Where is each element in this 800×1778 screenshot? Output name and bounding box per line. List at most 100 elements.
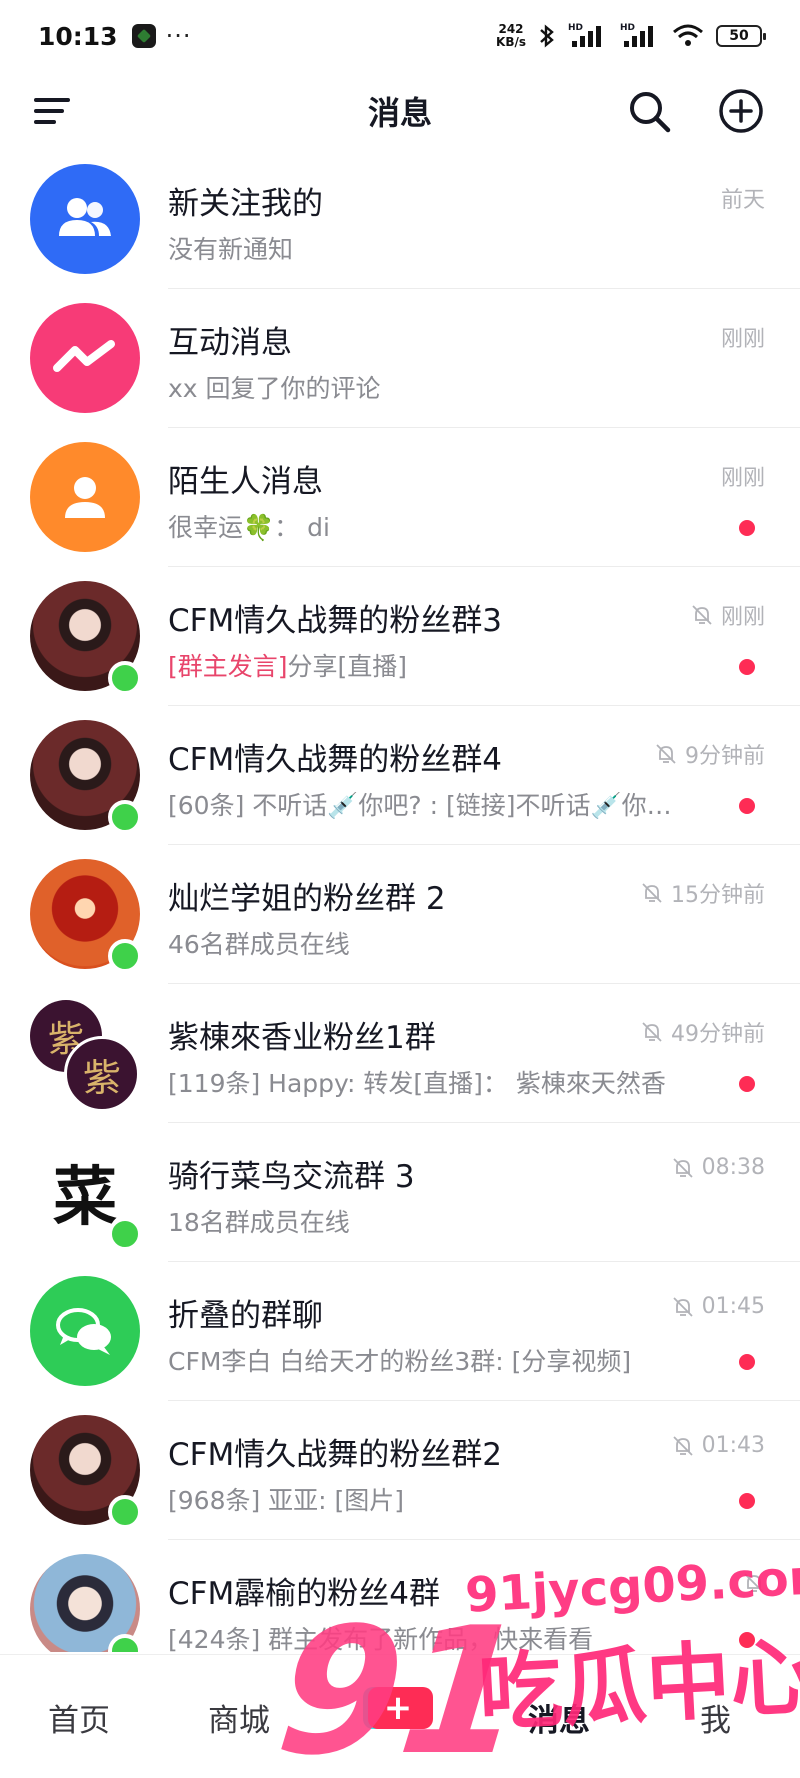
- conversation-preview: [60条] 不听话💉你吧? : [链接]不听话💉你…: [168, 791, 672, 820]
- interaction-icon: [30, 303, 140, 413]
- conversation-row-new-followers[interactable]: 新关注我的 没有新通知 前天: [0, 150, 800, 289]
- time-label: 08:38: [701, 1155, 765, 1180]
- conversation-preview: xx 回复了你的评论: [168, 374, 381, 403]
- conversation-time: 刚刚: [721, 460, 765, 492]
- conversation-title: CFM情久战舞的粉丝群4: [168, 742, 502, 778]
- avatar: [30, 859, 142, 973]
- conversation-title: 陌生人消息: [168, 464, 323, 500]
- conversation-time: 刚刚: [721, 321, 765, 353]
- network-speed-unit: KB/s: [496, 35, 526, 49]
- unread-dot: [739, 659, 755, 675]
- conversation-time: 刚刚: [691, 599, 765, 631]
- mute-bell-icon: [656, 744, 676, 764]
- conversation-title: 骑行菜鸟交流群 3: [168, 1159, 415, 1195]
- conversation-title: 新关注我的: [168, 186, 323, 222]
- battery-icon: 50: [716, 25, 766, 47]
- conversation-row-cfm-fans-2[interactable]: CFM情久战舞的粉丝群2 [968条] 亚亚: [图片] 01:43: [0, 1401, 800, 1540]
- status-icons: 242 KB/s HD HD 50: [496, 23, 766, 49]
- mute-bell-icon: [642, 883, 662, 903]
- mute-bell-icon: [744, 1573, 764, 1593]
- unread-dot: [739, 798, 755, 814]
- unread-dot: [739, 1493, 755, 1509]
- avatar: [30, 303, 140, 413]
- time-label: 前天: [720, 188, 765, 213]
- signal-icon: HD: [568, 23, 608, 49]
- followers-icon: [30, 164, 140, 274]
- chat-bubbles-icon: [30, 1276, 140, 1386]
- conversation-list[interactable]: 新关注我的 没有新通知 前天 互动消息 xx 回复了你的评论 刚刚 陌生人消息 …: [0, 150, 800, 1652]
- conversation-preview: [424条] 群主发布了新作品，快来看看: [168, 1625, 594, 1652]
- conversation-title: 紫棟來香业粉丝1群: [168, 1020, 436, 1056]
- conversation-time: 01:45: [672, 1294, 765, 1319]
- conversation-time: 01:43: [672, 1433, 765, 1458]
- top-bar: 消息: [0, 72, 800, 148]
- conversation-preview: 18名群成员在线: [168, 1208, 350, 1237]
- menu-icon[interactable]: [32, 94, 74, 128]
- unread-dot: [739, 1076, 755, 1092]
- avatar: 紫 紫: [30, 998, 140, 1112]
- avatar: [30, 581, 142, 695]
- conversation-row-cfm-linyu-fans-4[interactable]: CFM霹榆的粉丝4群 [424条] 群主发布了新作品，快来看看: [0, 1540, 800, 1652]
- online-indicator: [108, 661, 142, 695]
- tab-messages[interactable]: 消息: [528, 1695, 590, 1740]
- conversation-row-canlan-fans[interactable]: 灿烂学姐的粉丝群 2 46名群成员在线 15分钟前: [0, 845, 800, 984]
- conversation-row-zidong-fans[interactable]: 紫 紫 紫棟來香业粉丝1群 [119条] Happy: 转发[直播]： 紫棟來天…: [0, 984, 800, 1123]
- conversation-row-cfm-fans-4[interactable]: CFM情久战舞的粉丝群4 [60条] 不听话💉你吧? : [链接]不听话💉你… …: [0, 706, 800, 845]
- mute-bell-icon: [642, 1022, 662, 1042]
- time-label: 刚刚: [720, 466, 765, 491]
- conversation-time: [743, 1572, 765, 1594]
- unread-dot: [739, 520, 755, 536]
- group-logo-front: 紫: [64, 1036, 140, 1112]
- unread-dot: [739, 1354, 755, 1370]
- tab-mall[interactable]: 商城: [208, 1695, 270, 1740]
- mute-bell-icon: [692, 605, 712, 625]
- avatar: 菜: [30, 1137, 142, 1251]
- wifi-icon: [673, 24, 703, 46]
- preview-text: 分享[直播]: [287, 652, 408, 681]
- time-label: 49分钟前: [671, 1022, 765, 1047]
- conversation-title: 互动消息: [168, 325, 292, 361]
- logo-text: 紫: [82, 1055, 121, 1100]
- avatar: [30, 720, 142, 834]
- avatar: [30, 1554, 142, 1652]
- time-label: 9分钟前: [685, 744, 765, 769]
- mute-bell-icon: [672, 1296, 693, 1317]
- tab-me[interactable]: 我: [700, 1695, 731, 1740]
- conversation-time: 9分钟前: [655, 738, 765, 770]
- conversation-time: 49分钟前: [641, 1016, 765, 1048]
- conversation-preview: 没有新通知: [168, 235, 294, 264]
- conversation-row-folded-chats[interactable]: 折叠的群聊 CFM李白 白给天才的粉丝3群: [分享视频] 01:45: [0, 1262, 800, 1401]
- conversation-row-interactions[interactable]: 互动消息 xx 回复了你的评论 刚刚: [0, 289, 800, 428]
- conversation-time: 前天: [721, 182, 765, 214]
- unread-dot: [739, 1632, 755, 1648]
- person-icon: [30, 442, 140, 552]
- conversation-preview: 很幸运🍀： di: [168, 513, 330, 542]
- search-icon[interactable]: [626, 88, 672, 134]
- conversation-preview: [119条] Happy: 转发[直播]： 紫棟來天然香: [168, 1069, 666, 1098]
- status-time: 10:13: [38, 21, 118, 51]
- avatar: [30, 164, 140, 274]
- conversation-title: CFM情久战舞的粉丝群3: [168, 603, 502, 639]
- conversation-title: CFM霹榆的粉丝4群: [168, 1576, 440, 1612]
- owner-tag: [群主发言]: [168, 652, 288, 681]
- bottom-tab-bar: 首页 商城 + 消息 我: [0, 1654, 800, 1778]
- time-label: 刚刚: [720, 327, 765, 352]
- app-notification-icon: [131, 24, 156, 48]
- mute-bell-icon: [672, 1435, 693, 1456]
- conversation-preview: [群主发言]分享[直播]: [168, 647, 407, 683]
- tab-home[interactable]: 首页: [48, 1695, 110, 1740]
- conversation-preview: 46名群成员在线: [168, 930, 350, 959]
- add-circle-icon[interactable]: [718, 88, 764, 134]
- conversation-row-strangers[interactable]: 陌生人消息 很幸运🍀： di 刚刚: [0, 428, 800, 567]
- conversation-row-cfm-fans-3[interactable]: CFM情久战舞的粉丝群3 [群主发言]分享[直播] 刚刚: [0, 567, 800, 706]
- online-indicator: [108, 939, 142, 973]
- create-post-button[interactable]: +: [368, 1687, 428, 1729]
- conversation-row-cycling-group[interactable]: 菜 骑行菜鸟交流群 3 18名群成员在线 08:38: [0, 1123, 800, 1262]
- online-indicator: [108, 800, 142, 834]
- time-label: 15分钟前: [671, 883, 765, 908]
- conversation-preview: [968条] 亚亚: [图片]: [168, 1486, 405, 1515]
- mute-bell-icon: [672, 1157, 693, 1178]
- time-label: 01:43: [701, 1433, 765, 1458]
- signal-icon-2: HD: [620, 23, 660, 49]
- more-notifications-icon: ···: [165, 22, 192, 50]
